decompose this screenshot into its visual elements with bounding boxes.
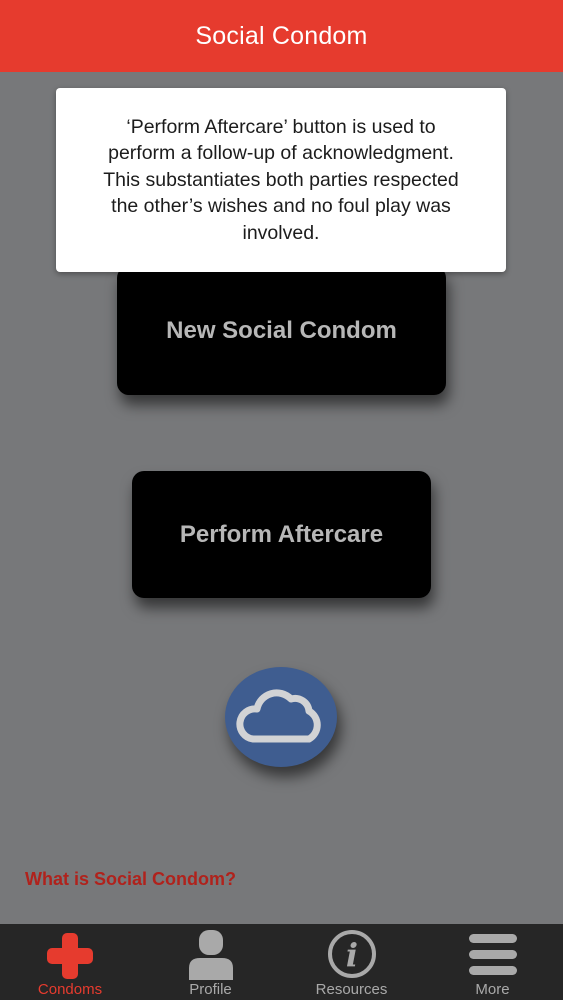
aftercare-tooltip: ‘Perform Aftercare’ button is used to pe… [56, 88, 506, 272]
tab-label: Condoms [37, 981, 103, 998]
red-cross-icon [47, 933, 93, 979]
tab-label: Profile [189, 981, 232, 998]
tooltip-line: This substantiates both parties respecte… [103, 168, 459, 191]
tooltip-line: the other’s wishes and no foul play was [111, 195, 451, 218]
perform-aftercare-label: Perform Aftercare [179, 520, 384, 548]
tab-bar: Condoms Profile i Resources More [0, 924, 563, 1000]
app-header: Social Condom [0, 0, 563, 72]
cloud-sync-button[interactable] [225, 667, 337, 767]
info-icon: i [327, 930, 376, 978]
page-title: Social Condom [195, 21, 368, 50]
menu-icon [468, 934, 517, 975]
tooltip-line: involved. [242, 221, 320, 244]
tab-condoms[interactable]: Condoms [0, 924, 140, 1000]
tab-profile[interactable]: Profile [140, 924, 281, 1000]
tab-label: Resources [315, 981, 388, 998]
new-social-condom-button[interactable]: New Social Condom [117, 266, 446, 395]
tab-label: More [475, 981, 510, 998]
cloud-icon [236, 689, 321, 743]
tab-resources[interactable]: i Resources [281, 924, 422, 1000]
tab-more[interactable]: More [422, 924, 563, 1000]
person-icon [188, 930, 233, 980]
svg-text:i: i [345, 936, 357, 974]
tooltip-line: perform a follow-up of acknowledgment. [108, 142, 454, 165]
perform-aftercare-button[interactable]: Perform Aftercare [132, 471, 431, 598]
tooltip-line: ‘Perform Aftercare’ button is used to [126, 115, 436, 138]
tooltip-text: ‘Perform Aftercare’ button is used to pe… [103, 114, 459, 247]
what-is-social-condom-link[interactable]: What is Social Condom? [25, 869, 236, 890]
new-social-condom-label: New Social Condom [166, 316, 397, 344]
